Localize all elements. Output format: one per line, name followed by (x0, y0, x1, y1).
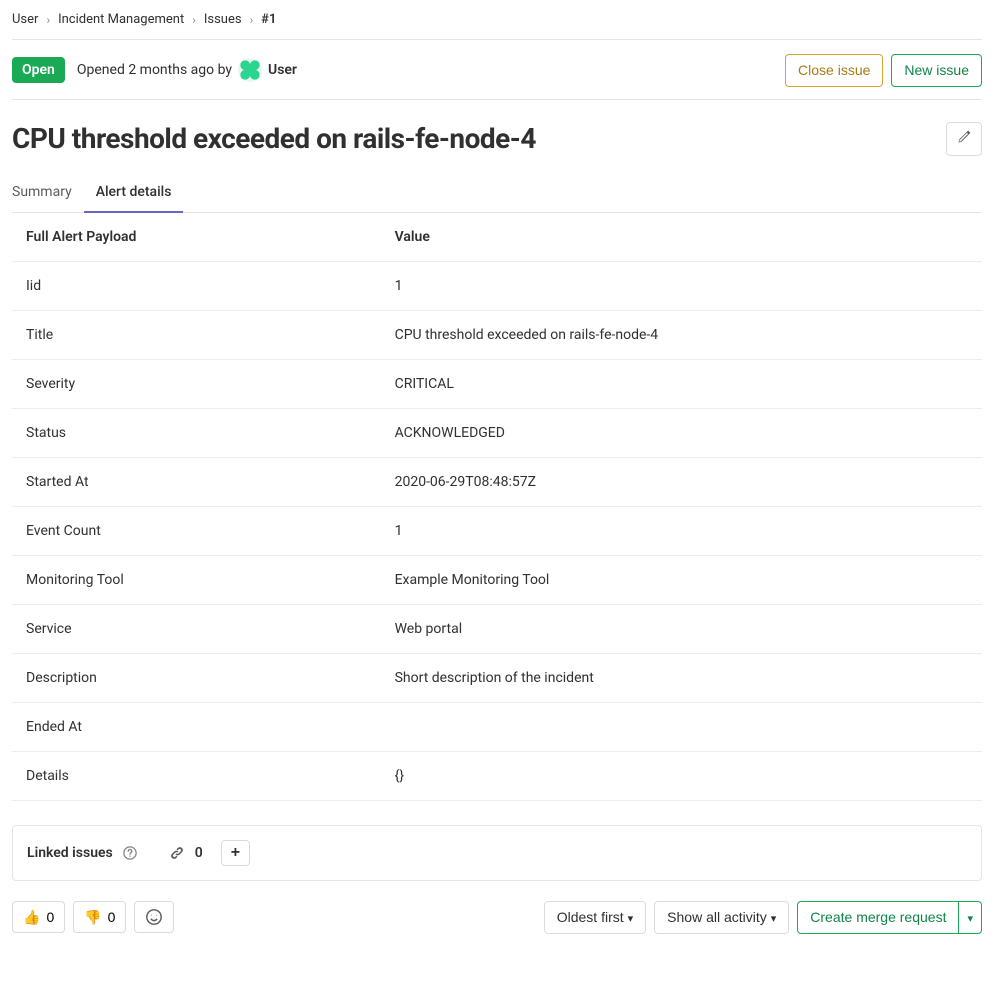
table-cell-value: 1 (381, 506, 982, 555)
alert-payload-table: Full Alert Payload Value Iid1TitleCPU th… (12, 213, 982, 801)
table-cell-value: ACKNOWLEDGED (381, 408, 982, 457)
table-row: Ended At (12, 702, 982, 751)
breadcrumb-item-current: #1 (261, 12, 276, 27)
help-icon[interactable] (123, 846, 137, 860)
divider (12, 99, 982, 100)
table-cell-value (381, 702, 982, 751)
table-cell-value: Short description of the incident (381, 653, 982, 702)
tab-summary[interactable]: Summary (12, 174, 72, 212)
chevron-right-icon: › (192, 13, 196, 27)
table-cell-key: Monitoring Tool (12, 555, 381, 604)
chevron-right-icon: › (250, 13, 254, 27)
thumbs-down-icon: 👎 (84, 909, 101, 926)
table-row: Monitoring ToolExample Monitoring Tool (12, 555, 982, 604)
tab-alert-details[interactable]: Alert details (96, 174, 172, 212)
table-cell-value: 1 (381, 261, 982, 310)
table-cell-value: CRITICAL (381, 359, 982, 408)
new-issue-button[interactable]: New issue (891, 54, 982, 87)
thumbs-down-button[interactable]: 👎 0 (73, 901, 126, 933)
chevron-down-icon: ▾ (771, 913, 777, 925)
divider (12, 39, 982, 40)
table-cell-key: Service (12, 604, 381, 653)
author-name[interactable]: User (268, 62, 297, 78)
table-row: Started At2020-06-29T08:48:57Z (12, 457, 982, 506)
smile-icon (145, 908, 163, 926)
linked-issues-count: 0 (195, 845, 203, 861)
chevron-down-icon: ▾ (967, 913, 973, 925)
table-header-value: Value (381, 213, 982, 262)
table-cell-key: Title (12, 310, 381, 359)
breadcrumb-item[interactable]: Incident Management (58, 12, 184, 27)
table-cell-value: CPU threshold exceeded on rails-fe-node-… (381, 310, 982, 359)
linked-issues-panel: Linked issues 0 + (12, 825, 982, 881)
activity-filter-dropdown[interactable]: Show all activity▾ (654, 901, 789, 934)
table-cell-value: Example Monitoring Tool (381, 555, 982, 604)
table-cell-key: Event Count (12, 506, 381, 555)
create-merge-request-dropdown[interactable]: ▾ (958, 901, 982, 934)
status-badge: Open (12, 57, 65, 83)
pencil-icon (956, 129, 972, 145)
table-cell-key: Status (12, 408, 381, 457)
add-linked-issue-button[interactable]: + (221, 840, 250, 866)
breadcrumb-item[interactable]: User (12, 12, 38, 27)
table-row: StatusACKNOWLEDGED (12, 408, 982, 457)
table-cell-key: Details (12, 751, 381, 800)
breadcrumb-item[interactable]: Issues (204, 12, 242, 27)
table-cell-key: Iid (12, 261, 381, 310)
thumbs-up-count: 0 (46, 909, 54, 925)
table-header-key: Full Alert Payload (12, 213, 381, 262)
thumbs-up-icon: 👍 (23, 909, 40, 926)
table-cell-value: 2020-06-29T08:48:57Z (381, 457, 982, 506)
table-row: TitleCPU threshold exceeded on rails-fe-… (12, 310, 982, 359)
edit-title-button[interactable] (946, 122, 982, 156)
table-row: ServiceWeb portal (12, 604, 982, 653)
close-issue-button[interactable]: Close issue (785, 54, 883, 87)
table-row: DescriptionShort description of the inci… (12, 653, 982, 702)
table-cell-value: {} (381, 751, 982, 800)
table-cell-key: Description (12, 653, 381, 702)
table-row: Details{} (12, 751, 982, 800)
table-row: SeverityCRITICAL (12, 359, 982, 408)
link-icon (169, 845, 185, 861)
thumbs-down-count: 0 (108, 909, 116, 925)
chevron-down-icon: ▾ (628, 913, 634, 925)
chevron-right-icon: › (46, 13, 50, 27)
add-reaction-button[interactable] (134, 901, 174, 933)
sort-dropdown[interactable]: Oldest first▾ (544, 901, 646, 934)
thumbs-up-button[interactable]: 👍 0 (12, 901, 65, 933)
table-cell-key: Started At (12, 457, 381, 506)
table-cell-key: Ended At (12, 702, 381, 751)
breadcrumb: User › Incident Management › Issues › #1 (12, 12, 982, 27)
tabs: Summary Alert details (12, 174, 982, 213)
table-row: Iid1 (12, 261, 982, 310)
table-cell-value: Web portal (381, 604, 982, 653)
table-row: Event Count1 (12, 506, 982, 555)
page-title: CPU threshold exceeded on rails-fe-node-… (12, 122, 536, 155)
avatar[interactable] (238, 58, 262, 82)
create-merge-request-button[interactable]: Create merge request (797, 901, 959, 934)
table-cell-key: Severity (12, 359, 381, 408)
opened-text: Opened 2 months ago by (77, 62, 232, 78)
linked-issues-title: Linked issues (27, 845, 113, 861)
